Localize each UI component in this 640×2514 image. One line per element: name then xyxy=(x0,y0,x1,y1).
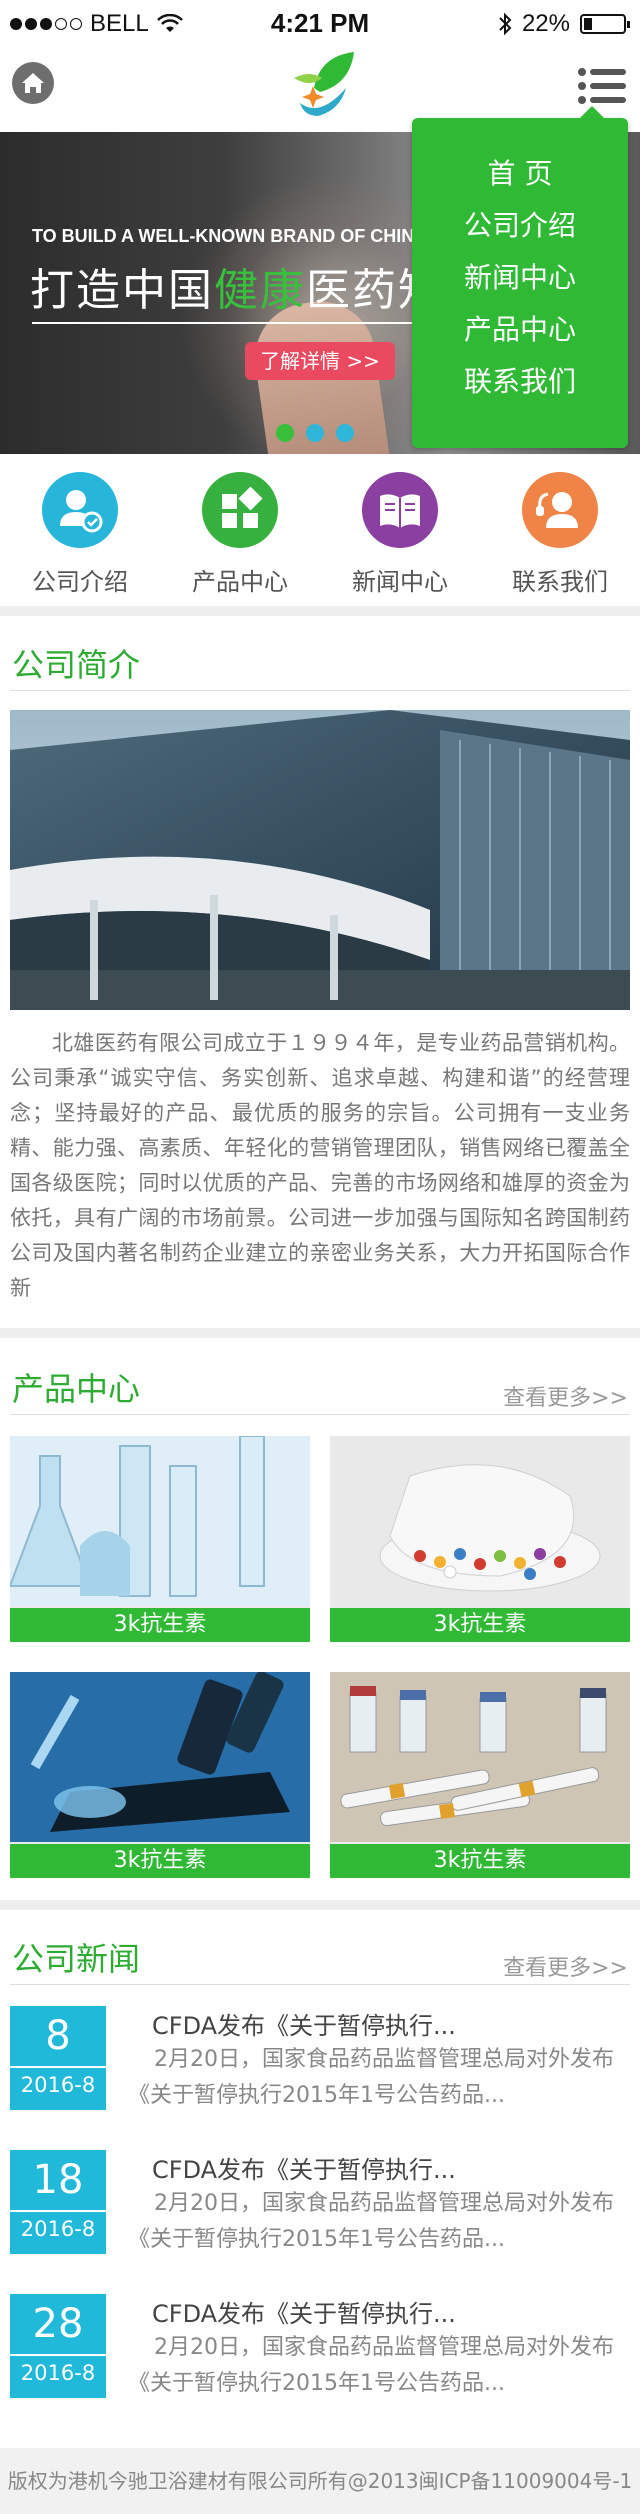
carousel-dots xyxy=(276,424,354,442)
news-section-title: 公司新闻 xyxy=(12,1940,141,1978)
product-image-microscope xyxy=(10,1672,310,1842)
leaf-logo[interactable] xyxy=(280,48,360,128)
carousel-dot[interactable] xyxy=(306,424,324,442)
news-title[interactable]: CFDA发布《关于暂停执行... xyxy=(152,2006,456,2041)
news-item[interactable]: 18 2016-8 CFDA发布《关于暂停执行... 2月20日，国家食品药品监… xyxy=(10,2150,630,2270)
menu-item-home[interactable]: 首 页 xyxy=(412,148,628,200)
news-more-link[interactable]: 查看更多>> xyxy=(503,1950,628,1982)
menu-icon[interactable] xyxy=(576,64,628,108)
product-caption: 3k抗生素 xyxy=(330,1608,630,1642)
bluetooth-icon xyxy=(499,12,512,36)
news-year-month: 2016-8 xyxy=(10,2066,106,2102)
about-description: 北雄医药有限公司成立于１９９４年，是专业药品营销机构。公司秉承“诚实守信、务实创… xyxy=(10,1031,630,1300)
menu-item-news[interactable]: 新闻中心 xyxy=(412,252,628,304)
quick-nav-label: 新闻中心 xyxy=(352,568,448,596)
news-summary: 2月20日，国家食品药品监督管理总局对外发布《关于暂停执行2015年1号公告药品… xyxy=(128,2191,614,2252)
quick-nav-contact[interactable]: 联系我们 xyxy=(480,462,640,602)
quick-nav-news[interactable]: 新闻中心 xyxy=(320,462,480,602)
section-rule xyxy=(10,1984,630,1985)
quick-nav-label: 产品中心 xyxy=(192,568,288,596)
quick-nav-label: 联系我们 xyxy=(512,568,608,596)
section-separator xyxy=(0,606,640,616)
menu-item-about[interactable]: 公司介绍 xyxy=(412,200,628,252)
news-day: 8 xyxy=(45,2013,71,2059)
battery-icon xyxy=(580,14,630,34)
quick-nav-products[interactable]: 产品中心 xyxy=(160,462,320,602)
news-date-badge: 8 2016-8 xyxy=(10,2006,106,2110)
news-book-icon xyxy=(362,472,438,548)
product-grid-icon xyxy=(202,472,278,548)
dropdown-menu: 首 页 公司介绍 新闻中心 产品中心 联系我们 xyxy=(412,106,628,448)
contact-agent-icon xyxy=(522,472,598,548)
quick-nav-company[interactable]: 公司介绍 xyxy=(0,462,160,602)
product-card[interactable]: 3k抗生素 xyxy=(330,1672,630,1878)
product-image-vials xyxy=(330,1672,630,1842)
section-separator xyxy=(0,1328,640,1338)
product-card[interactable]: 3k抗生素 xyxy=(330,1436,630,1642)
learn-more-button[interactable]: 了解详情 >> xyxy=(245,342,395,380)
section-separator xyxy=(0,1900,640,1910)
menu-item-contact[interactable]: 联系我们 xyxy=(412,356,628,408)
carousel-dot[interactable] xyxy=(336,424,354,442)
footer-copyright: 版权为港机今驰卫浴建材有限公司所有@2013闽ICP备11009004号-1 xyxy=(0,2448,640,2514)
quick-nav: 公司介绍 产品中心 新闻中心 联系我们 xyxy=(0,462,640,602)
news-date-badge: 18 2016-8 xyxy=(10,2150,106,2254)
menu-item-products[interactable]: 产品中心 xyxy=(412,304,628,356)
news-day: 28 xyxy=(32,2301,84,2347)
product-image-flasks xyxy=(10,1436,310,1606)
news-date-badge: 28 2016-8 xyxy=(10,2294,106,2398)
news-year-month: 2016-8 xyxy=(10,2354,106,2390)
product-caption: 3k抗生素 xyxy=(330,1844,630,1878)
banner-headline-part1: 打造中国 xyxy=(30,265,214,316)
banner-headline-green: 健康 xyxy=(214,265,306,316)
news-summary: 2月20日，国家食品药品监督管理总局对外发布《关于暂停执行2015年1号公告药品… xyxy=(128,2047,614,2108)
news-year-month: 2016-8 xyxy=(10,2210,106,2246)
product-caption: 3k抗生素 xyxy=(10,1844,310,1878)
products-more-link[interactable]: 查看更多>> xyxy=(503,1380,628,1412)
news-title[interactable]: CFDA发布《关于暂停执行... xyxy=(152,2294,456,2329)
product-image-pills xyxy=(330,1436,630,1606)
news-title[interactable]: CFDA发布《关于暂停执行... xyxy=(152,2150,456,2185)
battery-percent: 22% xyxy=(521,10,570,37)
status-right: 22% xyxy=(498,10,630,38)
product-card[interactable]: 3k抗生素 xyxy=(10,1672,310,1878)
product-card[interactable]: 3k抗生素 xyxy=(10,1436,310,1642)
home-icon[interactable] xyxy=(12,62,54,104)
quick-nav-label: 公司介绍 xyxy=(32,568,128,596)
news-day: 18 xyxy=(32,2157,84,2203)
section-rule xyxy=(10,1414,630,1415)
news-item[interactable]: 28 2016-8 CFDA发布《关于暂停执行... 2月20日，国家食品药品监… xyxy=(10,2294,630,2414)
section-rule xyxy=(10,690,630,691)
about-building-image xyxy=(10,710,630,1010)
news-summary: 2月20日，国家食品药品监督管理总局对外发布《关于暂停执行2015年1号公告药品… xyxy=(128,2335,614,2396)
product-caption: 3k抗生素 xyxy=(10,1608,310,1642)
carousel-dot[interactable] xyxy=(276,424,294,442)
dropdown-arrow xyxy=(580,106,604,118)
products-section-title: 产品中心 xyxy=(12,1370,141,1408)
company-icon xyxy=(42,472,118,548)
news-item[interactable]: 8 2016-8 CFDA发布《关于暂停执行... 2月20日，国家食品药品监督… xyxy=(10,2006,630,2126)
about-section-title: 公司简介 xyxy=(12,646,141,684)
status-bar: BELL 4:21 PM 22% xyxy=(0,0,640,46)
